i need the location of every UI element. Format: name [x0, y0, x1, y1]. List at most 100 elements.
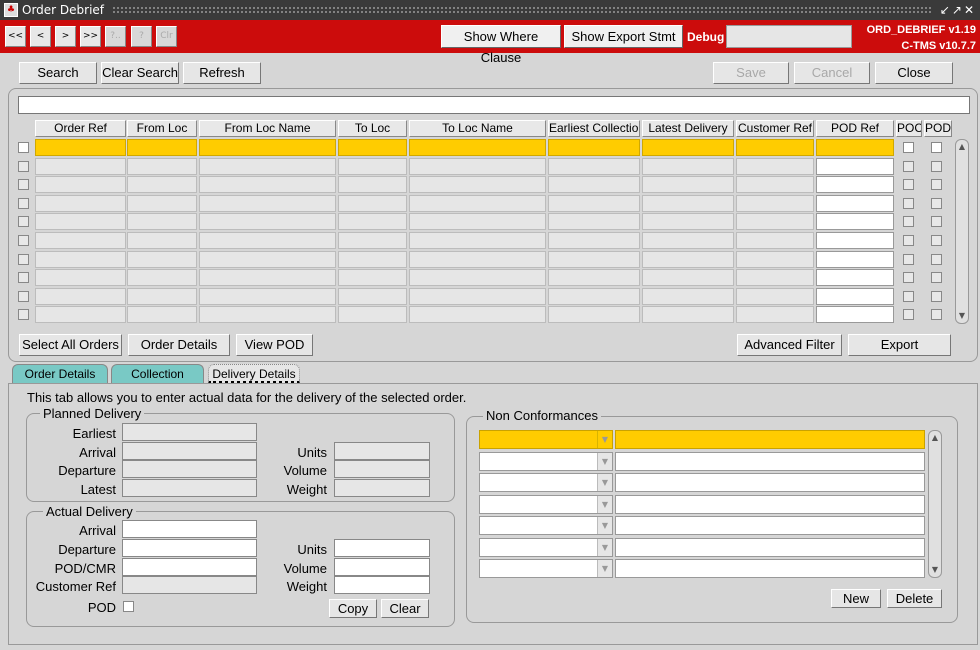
column-header-earliest-collection[interactable]: Earliest Collection	[548, 120, 640, 137]
pod-checkbox[interactable]	[931, 179, 942, 191]
table-cell[interactable]	[409, 287, 546, 305]
poc-checkbox[interactable]	[903, 253, 914, 265]
table-cell[interactable]	[338, 232, 407, 249]
prev-record-button[interactable]: <	[30, 26, 51, 47]
table-cell[interactable]	[409, 306, 546, 324]
table-cell[interactable]	[548, 213, 640, 231]
table-cell[interactable]	[409, 139, 546, 156]
table-cell[interactable]	[199, 194, 336, 212]
table-cell[interactable]	[338, 213, 407, 231]
table-cell[interactable]	[199, 269, 336, 287]
table-cell[interactable]	[816, 269, 894, 287]
table-cell[interactable]	[35, 250, 126, 268]
first-record-button[interactable]: <<	[5, 26, 26, 47]
table-cell[interactable]	[548, 250, 640, 268]
new-nc-button[interactable]: New	[831, 589, 881, 608]
actual-pod-checkbox[interactable]	[123, 601, 134, 612]
table-cell[interactable]	[409, 157, 546, 175]
table-cell[interactable]	[199, 232, 336, 249]
copy-button[interactable]: Copy	[329, 599, 377, 618]
export-button[interactable]: Export	[848, 334, 951, 356]
maximize-icon[interactable]: ↗	[952, 3, 964, 17]
table-cell[interactable]	[548, 287, 640, 305]
row-select-checkbox[interactable]	[18, 160, 29, 172]
chevron-down-icon[interactable]: ▼	[597, 560, 612, 577]
table-cell[interactable]	[736, 306, 814, 324]
table-cell[interactable]	[409, 250, 546, 268]
table-cell[interactable]	[736, 194, 814, 212]
table-cell[interactable]	[642, 269, 734, 287]
pod-checkbox[interactable]	[931, 272, 942, 284]
row-select-checkbox[interactable]	[18, 253, 29, 265]
actual-weight-field[interactable]	[334, 576, 430, 594]
nc-scroll-down-icon[interactable]: ▼	[930, 565, 940, 575]
table-cell[interactable]	[338, 176, 407, 194]
nc-description-field[interactable]	[615, 473, 925, 492]
table-cell[interactable]	[35, 139, 126, 156]
pod-checkbox[interactable]	[931, 235, 942, 246]
actual-arrival-field[interactable]	[122, 520, 257, 538]
poc-checkbox[interactable]	[903, 160, 914, 172]
table-cell[interactable]	[816, 194, 894, 212]
pod-checkbox[interactable]	[931, 216, 942, 228]
table-cell[interactable]	[736, 176, 814, 194]
chevron-down-icon[interactable]: ▼	[597, 431, 612, 448]
column-header-to-loc[interactable]: To Loc	[338, 120, 407, 137]
table-cell[interactable]	[199, 139, 336, 156]
pod-checkbox[interactable]	[931, 142, 942, 153]
table-cell[interactable]	[409, 176, 546, 194]
chevron-down-icon[interactable]: ▼	[597, 538, 612, 556]
row-select-checkbox[interactable]	[18, 216, 29, 228]
table-cell[interactable]	[736, 213, 814, 231]
table-cell[interactable]	[548, 157, 640, 175]
pod-checkbox[interactable]	[931, 160, 942, 172]
column-header-pod-ref[interactable]: POD Ref	[816, 120, 894, 137]
table-cell[interactable]	[127, 157, 197, 175]
column-header-order-ref[interactable]: Order Ref	[35, 120, 126, 137]
search-button[interactable]: Search	[19, 62, 97, 84]
row-select-checkbox[interactable]	[18, 235, 29, 246]
row-select-checkbox[interactable]	[18, 197, 29, 209]
table-cell[interactable]	[127, 232, 197, 249]
table-cell[interactable]	[127, 213, 197, 231]
table-cell[interactable]	[35, 213, 126, 231]
chevron-down-icon[interactable]: ▼	[597, 452, 612, 470]
poc-checkbox[interactable]	[903, 272, 914, 284]
pod-checkbox[interactable]	[931, 197, 942, 209]
table-cell[interactable]	[548, 306, 640, 324]
cancel-button[interactable]: Cancel	[794, 62, 870, 84]
table-cell[interactable]	[736, 139, 814, 156]
column-header-pod[interactable]: POD	[924, 120, 952, 137]
nc-type-dropdown[interactable]: ▼	[479, 494, 613, 514]
poc-checkbox[interactable]	[903, 179, 914, 191]
table-cell[interactable]	[199, 306, 336, 324]
table-cell[interactable]	[736, 250, 814, 268]
tab-order-details[interactable]: Order Details	[12, 364, 108, 384]
last-record-button[interactable]: >>	[80, 26, 101, 47]
actual-pod-cmr-field[interactable]	[122, 558, 257, 576]
nc-description-field[interactable]	[615, 516, 925, 535]
poc-checkbox[interactable]	[903, 235, 914, 246]
select-all-orders-button[interactable]: Select All Orders	[19, 334, 122, 356]
next-record-button[interactable]: >	[55, 26, 76, 47]
clear-button[interactable]: Clr	[156, 26, 177, 47]
refresh-button[interactable]: Refresh	[183, 62, 261, 84]
table-cell[interactable]	[642, 213, 734, 231]
table-cell[interactable]	[409, 213, 546, 231]
nc-scroll-up-icon[interactable]: ▲	[930, 433, 940, 443]
table-cell[interactable]	[816, 232, 894, 249]
table-cell[interactable]	[642, 176, 734, 194]
nc-type-dropdown[interactable]: ▼	[479, 516, 613, 535]
table-cell[interactable]	[736, 157, 814, 175]
table-cell[interactable]	[338, 287, 407, 305]
table-cell[interactable]	[35, 194, 126, 212]
table-cell[interactable]	[642, 306, 734, 324]
clear-actual-button[interactable]: Clear	[381, 599, 429, 618]
nc-description-field[interactable]	[615, 494, 925, 514]
delete-nc-button[interactable]: Delete	[887, 589, 942, 608]
table-cell[interactable]	[548, 269, 640, 287]
poc-checkbox[interactable]	[903, 216, 914, 228]
nc-description-field[interactable]	[615, 559, 925, 578]
close-icon[interactable]: ✕	[964, 3, 976, 17]
table-cell[interactable]	[816, 287, 894, 305]
